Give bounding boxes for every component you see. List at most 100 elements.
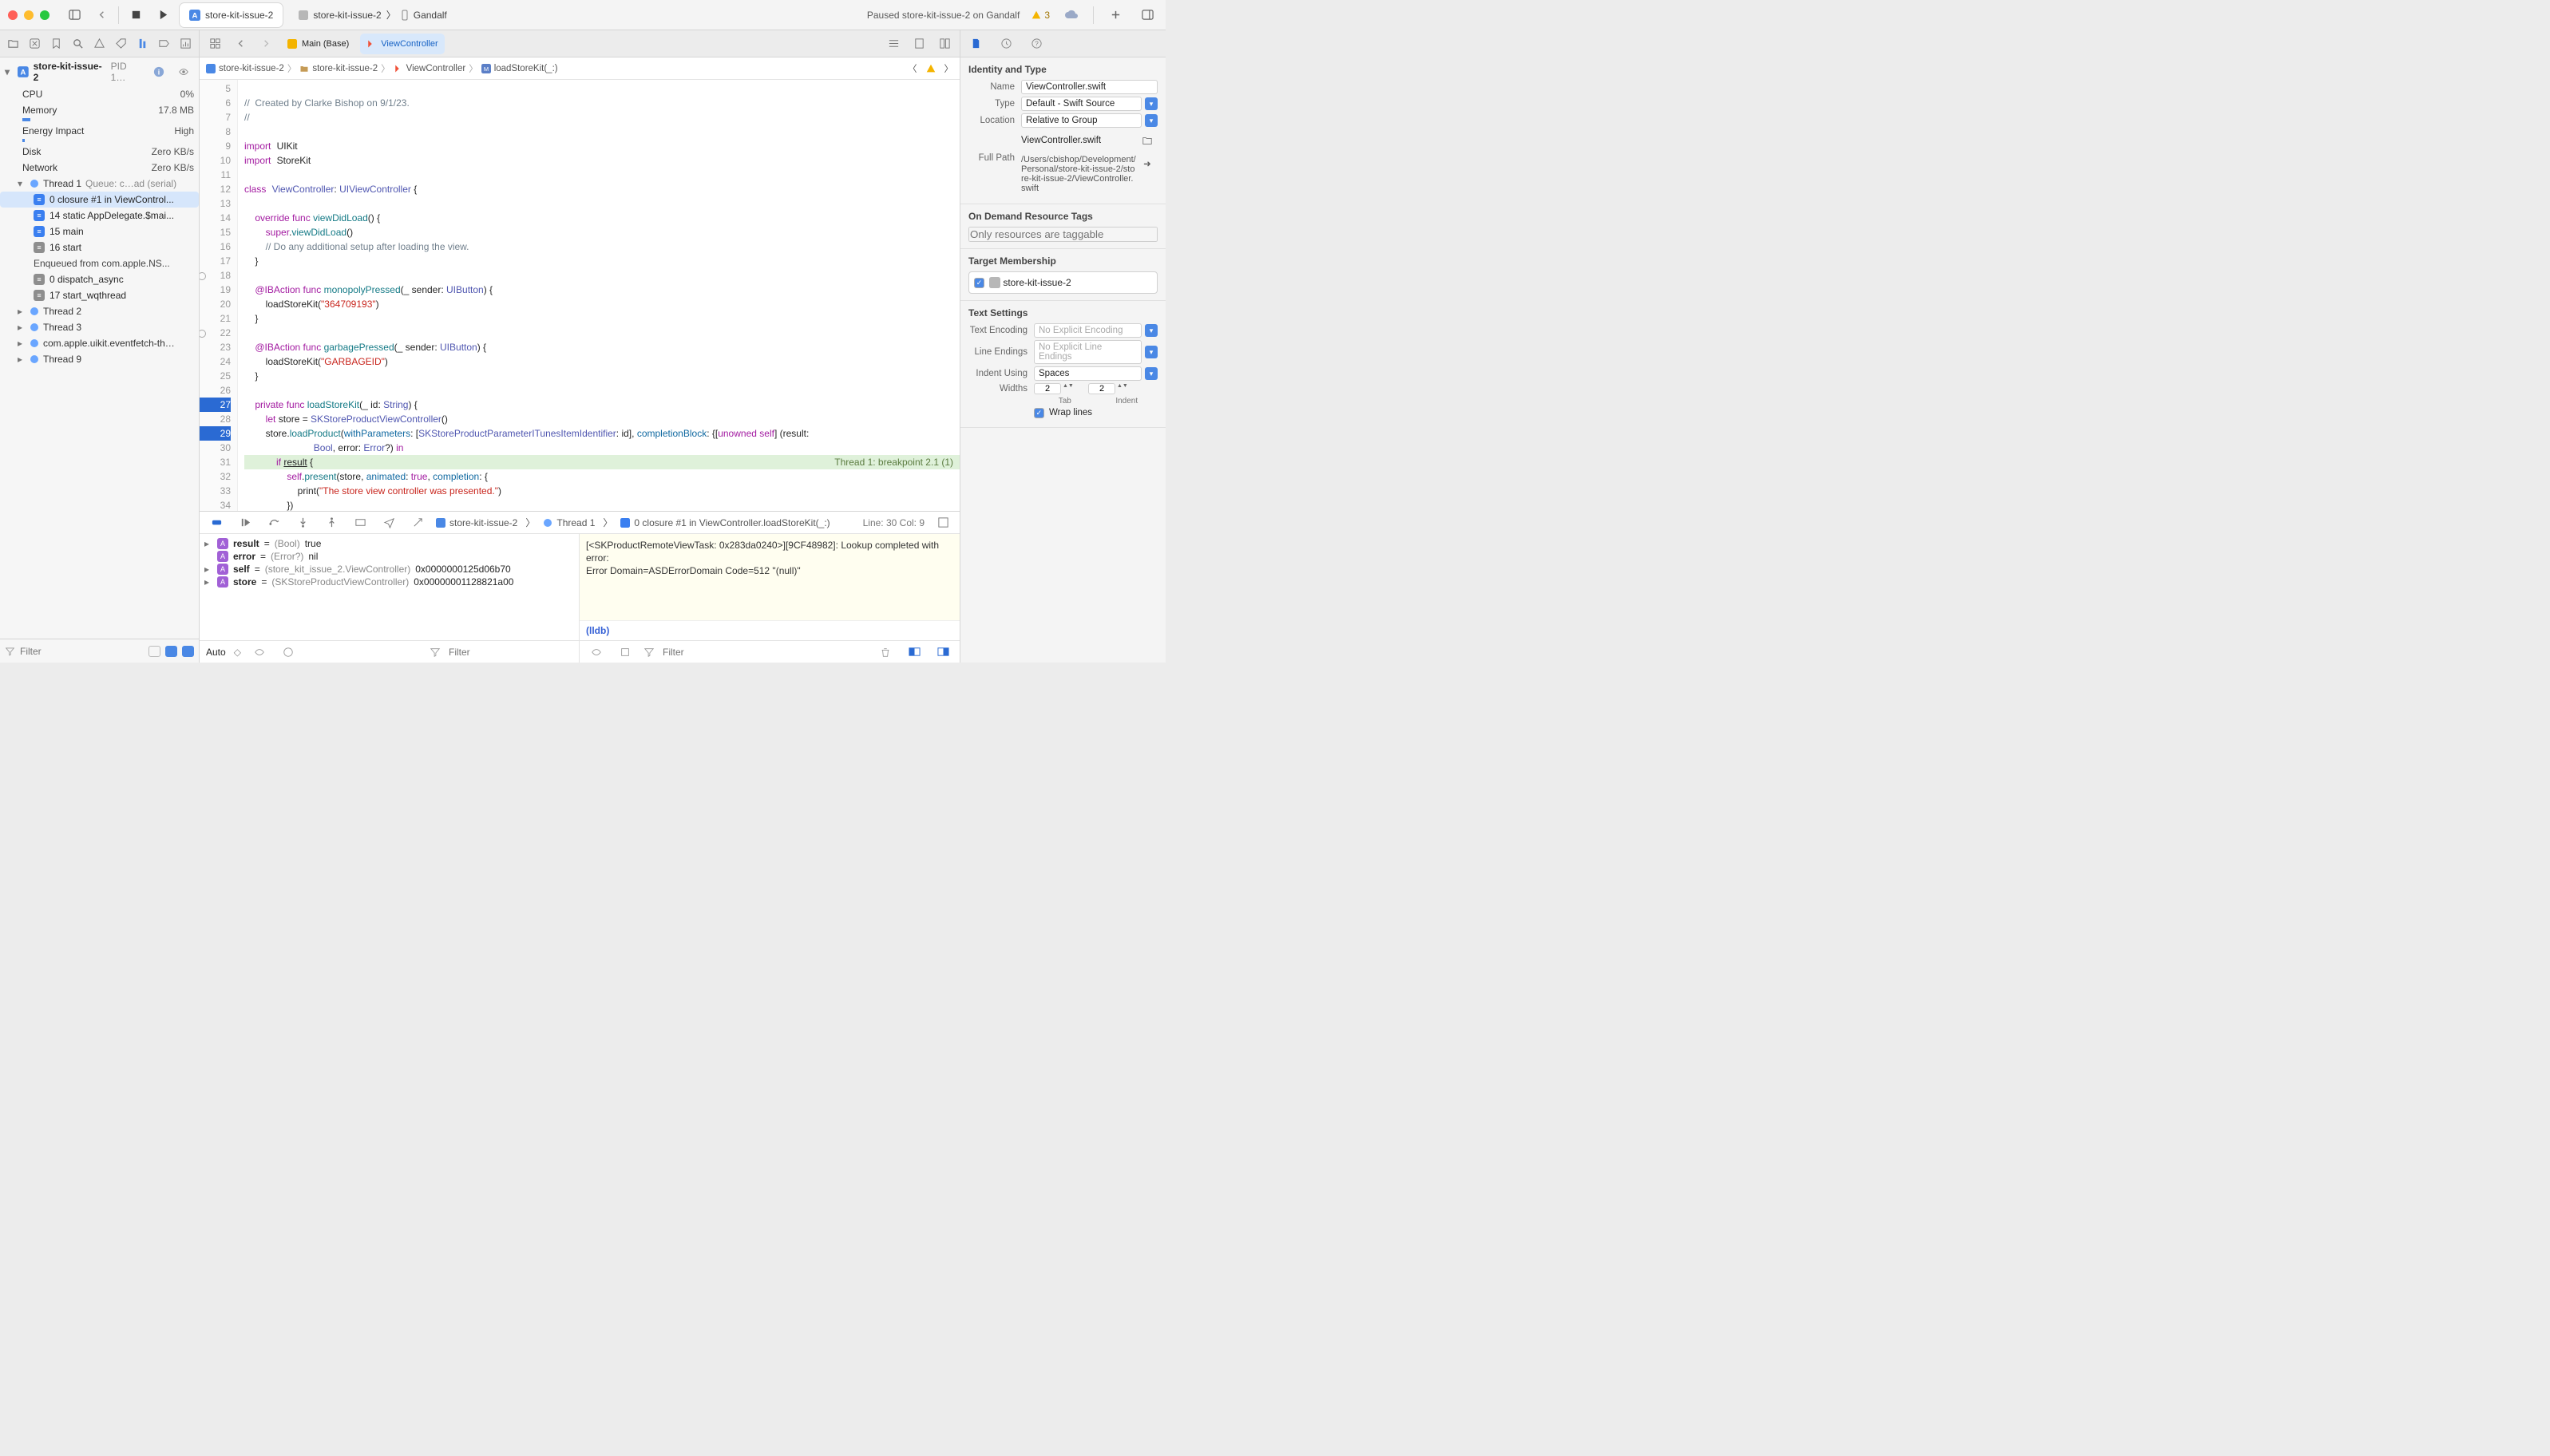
help-inspector-icon[interactable]: ?	[1026, 34, 1047, 54]
target-checkbox[interactable]: ✓ store-kit-issue-2	[974, 277, 1152, 288]
breakpoints-icon[interactable]	[156, 34, 172, 54]
location-select[interactable]: Relative to Group	[1021, 113, 1142, 128]
nav-back-icon[interactable]	[91, 5, 112, 26]
stack-frame-0[interactable]: ≡0 closure #1 in ViewControl...	[0, 192, 199, 208]
gutter[interactable]: 5678910111213141516171819202122232425262…	[200, 80, 238, 511]
lldb-prompt[interactable]: (lldb)	[580, 620, 960, 640]
wrap-lines-checkbox[interactable]: ✓Wrap lines	[1034, 408, 1092, 418]
var-store[interactable]: ▸Astore = (SKStoreProductViewController)…	[204, 576, 574, 588]
trash-icon[interactable]	[875, 642, 896, 663]
close-window[interactable]	[8, 10, 18, 20]
memory-row[interactable]: Memory17.8 MB	[0, 102, 199, 118]
chevron-down-icon[interactable]: ▾	[1145, 97, 1158, 110]
console-filter-input[interactable]	[663, 647, 867, 658]
quicklook-icon[interactable]	[249, 642, 270, 663]
step-out-icon[interactable]	[321, 512, 342, 533]
thread-1[interactable]: ▾Thread 1 Queue: c…ad (serial)	[0, 176, 199, 192]
debug-nav-icon[interactable]	[134, 34, 151, 54]
warning-nav-icon[interactable]	[91, 34, 108, 54]
file-path-bar[interactable]: store-kit-issue-2〉 store-kit-issue-2〉 Vi…	[200, 57, 960, 80]
continue-icon[interactable]	[235, 512, 255, 533]
info-icon[interactable]: i	[148, 61, 169, 82]
debug-crumb-thread[interactable]: Thread 1	[543, 517, 595, 528]
jumpbar-main[interactable]: Main (Base)	[281, 34, 355, 54]
editor-options-icon[interactable]	[934, 34, 955, 54]
thread-9[interactable]: ▸Thread 9	[0, 351, 199, 367]
var-self[interactable]: ▸Aself = (store_kit_issue_2.ViewControll…	[204, 563, 574, 576]
nav-folder-icon[interactable]	[5, 34, 22, 54]
inspector-toggle-icon[interactable]	[1137, 5, 1158, 26]
cloud-status-icon[interactable]	[1061, 5, 1082, 26]
zoom-window[interactable]	[40, 10, 49, 20]
chevron-down-icon[interactable]: ▾	[1145, 346, 1158, 358]
step-over-icon[interactable]	[263, 512, 284, 533]
file-inspector-icon[interactable]	[965, 34, 986, 54]
toggle-1[interactable]	[148, 646, 160, 657]
debug-crumb-frame[interactable]: 0 closure #1 in ViewController.loadStore…	[620, 517, 830, 528]
tab-width-stepper[interactable]: ▲▼	[1034, 383, 1072, 394]
thread-2[interactable]: ▸Thread 2	[0, 303, 199, 319]
prev-issue-icon[interactable]: 〈	[908, 62, 917, 75]
info-icon[interactable]	[278, 642, 299, 663]
close-x-icon[interactable]	[26, 34, 43, 54]
sidebar-toggle-icon[interactable]	[64, 5, 85, 26]
warning-count[interactable]: 3	[1031, 10, 1050, 21]
adjust-editor-icon[interactable]	[883, 34, 904, 54]
history-inspector-icon[interactable]	[996, 34, 1016, 54]
next-issue-icon[interactable]: 〉	[944, 62, 954, 75]
indent-using-select[interactable]: Spaces	[1034, 366, 1142, 381]
add-tab-icon[interactable]	[1105, 5, 1126, 26]
show-vars-icon[interactable]	[904, 642, 925, 663]
stack-frame-16[interactable]: ≡16 start	[0, 239, 199, 255]
stop-button[interactable]	[125, 5, 146, 26]
step-into-icon[interactable]	[292, 512, 313, 533]
toggle-2[interactable]	[165, 646, 177, 657]
editor-outline-icon[interactable]	[932, 512, 953, 533]
stack-frame-17b[interactable]: ≡17 start_wqthread	[0, 287, 199, 303]
thread-3[interactable]: ▸Thread 3	[0, 319, 199, 335]
file-type-select[interactable]: Default - Swift Source	[1021, 97, 1142, 111]
stack-frame-14[interactable]: ≡14 static AppDelegate.$mai...	[0, 208, 199, 224]
breadcrumb-tab[interactable]: store-kit-issue-2 〉 Gandalf	[289, 3, 456, 27]
var-result[interactable]: ▸Aresult = (Bool) true	[204, 537, 574, 550]
eye-icon[interactable]	[173, 61, 194, 82]
view-memory-icon[interactable]	[350, 512, 370, 533]
debug-crumb-project[interactable]: store-kit-issue-2	[436, 517, 517, 528]
auto-scope[interactable]: Auto	[206, 647, 226, 658]
debug-hide-icon[interactable]	[206, 512, 227, 533]
var-error[interactable]: ▸Aerror = (Error?) nil	[204, 550, 574, 563]
indent-width-stepper[interactable]: ▲▼	[1088, 383, 1127, 394]
stack-frame-0b[interactable]: ≡0 dispatch_async	[0, 271, 199, 287]
encoding-select[interactable]: No Explicit Encoding	[1034, 323, 1142, 338]
chevron-down-icon[interactable]: ▾	[1145, 324, 1158, 337]
process-header[interactable]: ▾ A store-kit-issue-2 PID 1… i	[0, 57, 199, 86]
chevron-down-icon[interactable]: ▾	[1145, 367, 1158, 380]
variables-view[interactable]: ▸Aresult = (Bool) true ▸Aerror = (Error?…	[200, 534, 580, 640]
arrow-out-icon[interactable]: ➜	[1137, 153, 1158, 174]
scheme-tab[interactable]: A store-kit-issue-2	[180, 3, 283, 27]
minimize-window[interactable]	[24, 10, 34, 20]
console-scope-icon[interactable]	[615, 642, 636, 663]
console-eye-icon[interactable]	[586, 642, 607, 663]
code-body[interactable]: // Created by Clarke Bishop on 9/1/23. /…	[238, 80, 960, 511]
toggle-3[interactable]	[182, 646, 194, 657]
debug-more-icon[interactable]	[407, 512, 428, 533]
lineendings-select[interactable]: No Explicit Line Endings	[1034, 340, 1142, 364]
minimap-icon[interactable]	[909, 34, 929, 54]
jumpbar-file[interactable]: ViewController	[360, 34, 444, 54]
disk-row[interactable]: DiskZero KB/s	[0, 144, 199, 160]
folder-icon[interactable]	[1137, 130, 1158, 151]
bookmark-icon[interactable]	[48, 34, 65, 54]
network-row[interactable]: NetworkZero KB/s	[0, 160, 199, 176]
variables-filter-input[interactable]	[449, 647, 572, 658]
run-button[interactable]	[152, 5, 173, 26]
reports-icon[interactable]	[177, 34, 194, 54]
history-forward-icon[interactable]	[255, 34, 276, 54]
cpu-row[interactable]: CPU0%	[0, 86, 199, 102]
chevron-down-icon[interactable]: ▾	[1145, 114, 1158, 127]
show-console-icon[interactable]	[932, 642, 953, 663]
file-name-input[interactable]: ViewController.swift	[1021, 80, 1158, 94]
energy-row[interactable]: Energy ImpactHigh	[0, 123, 199, 139]
navigator-filter-input[interactable]	[20, 646, 144, 657]
related-files-icon[interactable]	[204, 34, 225, 54]
